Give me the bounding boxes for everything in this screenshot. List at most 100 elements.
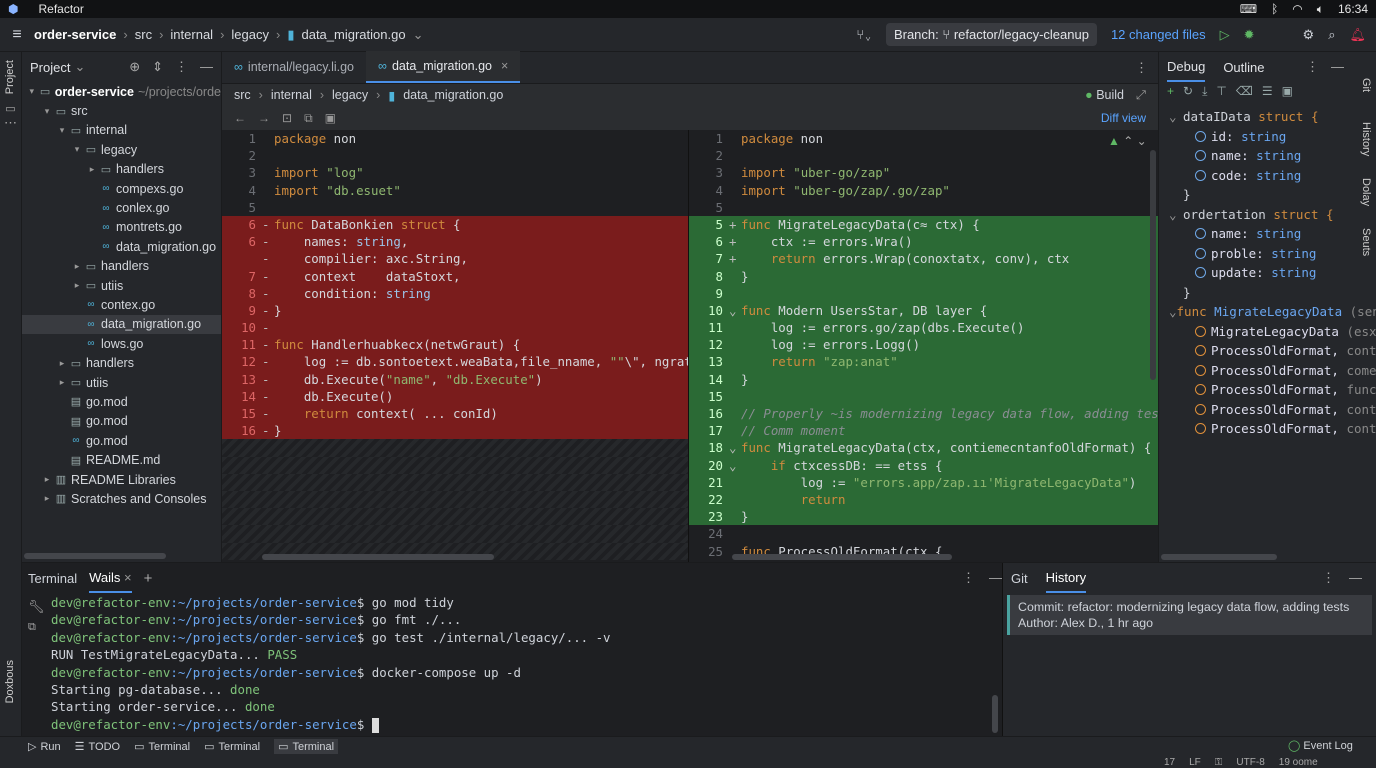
code-line[interactable]: 20 ⌄ if ctxcessDB: == etss { [689, 456, 1158, 474]
outline-item[interactable]: MigrateLegacyData (esx. [1159, 322, 1376, 342]
tree-item[interactable]: ∞ lows.go [22, 334, 221, 353]
terminal-sidebar-icon[interactable]: ⧉ [28, 621, 36, 634]
code-line[interactable]: 13 return "zap:anat" [689, 353, 1158, 371]
code-line[interactable]: 1 package non [689, 130, 1158, 147]
tree-item[interactable]: ∞ data_migration.go [22, 314, 221, 335]
code-line[interactable]: 4 import "db.esuet" [222, 182, 688, 199]
expand-arrow-icon[interactable]: ▸ [71, 280, 83, 291]
crumb-file[interactable]: data_migration.go [301, 27, 405, 42]
expand-arrow-icon[interactable]: ▸ [56, 358, 68, 369]
code-line[interactable] [222, 456, 688, 474]
outline-item[interactable]: name: string [1159, 146, 1376, 166]
outline-item[interactable]: } [1159, 283, 1376, 303]
code-line[interactable]: 4 import "uber-go/zap/.go/zap" [689, 182, 1158, 199]
crumb-legacy[interactable]: legacy [231, 27, 269, 42]
download-icon[interactable]: ⤓ [1202, 84, 1207, 99]
outline-item[interactable]: ⌄func MigrateLegacyData (sent [1159, 302, 1376, 322]
outline-item[interactable]: id: string [1159, 127, 1376, 147]
tree-item[interactable]: ▸ ▭ handlers [22, 353, 221, 372]
tree-item[interactable]: ∞ contex.go [22, 295, 221, 314]
line-separator[interactable]: LF [1189, 757, 1201, 768]
code-line[interactable]: 6 + ctx := errors.Wra() [689, 233, 1158, 251]
event-log-button[interactable]: ◯ Event Log [1288, 739, 1353, 752]
chevron-down-icon[interactable]: ⌄ [74, 59, 85, 75]
tree-item[interactable]: ▸ ▭ utiis [22, 373, 221, 392]
left-hscrollbar[interactable] [262, 554, 494, 560]
branch-selector[interactable]: Branch: ⑂ refactor/legacy-cleanup [885, 23, 1097, 46]
tree-item[interactable]: ▸ ▥ Scratches and Consoles [22, 489, 221, 508]
copy-icon[interactable]: ⧉ [304, 111, 313, 126]
options-icon[interactable]: ⋮ [1306, 59, 1319, 75]
outline-item[interactable]: name: string [1159, 224, 1376, 244]
bluetooth-icon[interactable]: ᛒ [1271, 2, 1278, 16]
list-icon[interactable]: ☰ [1262, 84, 1273, 99]
tree-item[interactable]: ▸ ▭ utiis [22, 276, 221, 295]
git-tool-tab[interactable]: Git [1360, 78, 1372, 92]
add-icon[interactable]: + [1167, 84, 1174, 99]
code-line[interactable] [222, 490, 688, 509]
code-line[interactable] [222, 473, 688, 491]
outline-item[interactable]: code: string [1159, 166, 1376, 186]
code-line[interactable]: 10 ⌄ func Modern UsersStar, DB layer { [689, 301, 1158, 320]
code-line[interactable]: 9 [689, 284, 1158, 302]
keyboard-icon[interactable]: ⌨ [1240, 2, 1257, 16]
wifi-icon[interactable]: ◠ [1292, 2, 1302, 16]
wrench-icon[interactable]: 🔧︎ [28, 599, 45, 615]
code-line[interactable] [222, 525, 688, 543]
minimize-icon[interactable]: — [1349, 570, 1362, 586]
locate-icon[interactable]: ⊕ [129, 59, 140, 75]
add-tab-icon[interactable]: + [144, 570, 153, 587]
cursor-position[interactable]: 17 [1164, 757, 1175, 768]
tree-item[interactable]: ▾ ▭ src [22, 101, 221, 120]
code-line[interactable]: 12- log := db.sontoetext.weaBata,file_nn… [222, 353, 688, 371]
tree-item[interactable]: ▤ go.mod [22, 392, 221, 411]
build-status[interactable]: ● Build [1085, 88, 1124, 102]
code-line[interactable]: 1 package non [222, 130, 688, 147]
path-legacy[interactable]: legacy [332, 88, 368, 102]
dorkbar-tool-tab[interactable]: Doxbous [4, 660, 16, 703]
tree-item[interactable]: ▸ ▭ handlers [22, 257, 221, 276]
code-line[interactable]: 3 import "uber-go/zap" [689, 164, 1158, 181]
outline-item[interactable]: ProcessOldFormat, come [1159, 361, 1376, 381]
lock-icon[interactable]: ⚿ [1215, 757, 1223, 768]
forward-arrow-icon[interactable]: → [258, 111, 270, 125]
tab-git[interactable]: Git [1011, 571, 1028, 586]
indent-info[interactable]: 19 oome [1279, 757, 1318, 768]
terminal-tool-button-1[interactable]: ▭ Terminal [134, 740, 190, 754]
tab-outline[interactable]: Outline [1223, 60, 1264, 75]
tree-item[interactable]: ▾ ▭ legacy [22, 140, 221, 159]
options-icon[interactable]: ⋮ [1322, 570, 1335, 586]
code-line[interactable]: 12 log := errors.Logg() [689, 336, 1158, 354]
more-icon[interactable]: ⋯ [0, 115, 21, 131]
changed-files-link[interactable]: 12 changed files [1111, 27, 1206, 42]
code-line[interactable]: 16-} [222, 422, 688, 440]
tree-item[interactable]: ▤ go.mod [22, 412, 221, 431]
code-line[interactable]: 22 return [689, 490, 1158, 509]
outline-hscrollbar[interactable] [1161, 554, 1277, 560]
notifications-icon[interactable]: 🔔︎ [1349, 27, 1366, 43]
terminal-scrollbar[interactable] [992, 695, 998, 733]
code-line[interactable]: 16 // Properly ~is modernizing legacy dat… [689, 405, 1158, 423]
tree-item[interactable]: ▸ ▭ handlers [22, 160, 221, 179]
terminal-tool-button-3[interactable]: ▭ Terminal [274, 739, 339, 754]
app-menu-icon[interactable]: ⬢ [8, 2, 18, 16]
crumb-src[interactable]: src [135, 27, 152, 42]
code-line[interactable]: 7 + return errors.Wrap(conoxtatx, conv), … [689, 250, 1158, 268]
horizontal-scrollbar[interactable] [24, 553, 166, 559]
collapse-icon[interactable]: ⇕ [152, 59, 163, 75]
project-tool-tab[interactable]: Project [4, 60, 16, 94]
code-line[interactable]: 13- db.Execute("name", "db.Execute") [222, 370, 688, 388]
path-internal[interactable]: internal [271, 88, 312, 102]
outline-item[interactable]: ProcessOldFormat, conte [1159, 400, 1376, 420]
tree-item[interactable]: ▸ ▥ README Libraries [22, 470, 221, 489]
tab-legacy-file[interactable]: ∞ internal/legacy.li.go [222, 51, 366, 83]
seuts-tool-tab[interactable]: Seuts [1360, 228, 1372, 256]
code-line[interactable] [222, 508, 688, 526]
inspection-widget[interactable]: ▲ ⌃ ⌄ [1108, 134, 1147, 148]
minimize-icon[interactable]: — [200, 59, 213, 75]
code-line[interactable] [222, 439, 688, 457]
expand-arrow-icon[interactable]: ▾ [71, 144, 83, 155]
code-line[interactable]: 24 [689, 525, 1158, 542]
layout-icon[interactable]: ▣ [1282, 84, 1293, 99]
path-src[interactable]: src [234, 88, 251, 102]
